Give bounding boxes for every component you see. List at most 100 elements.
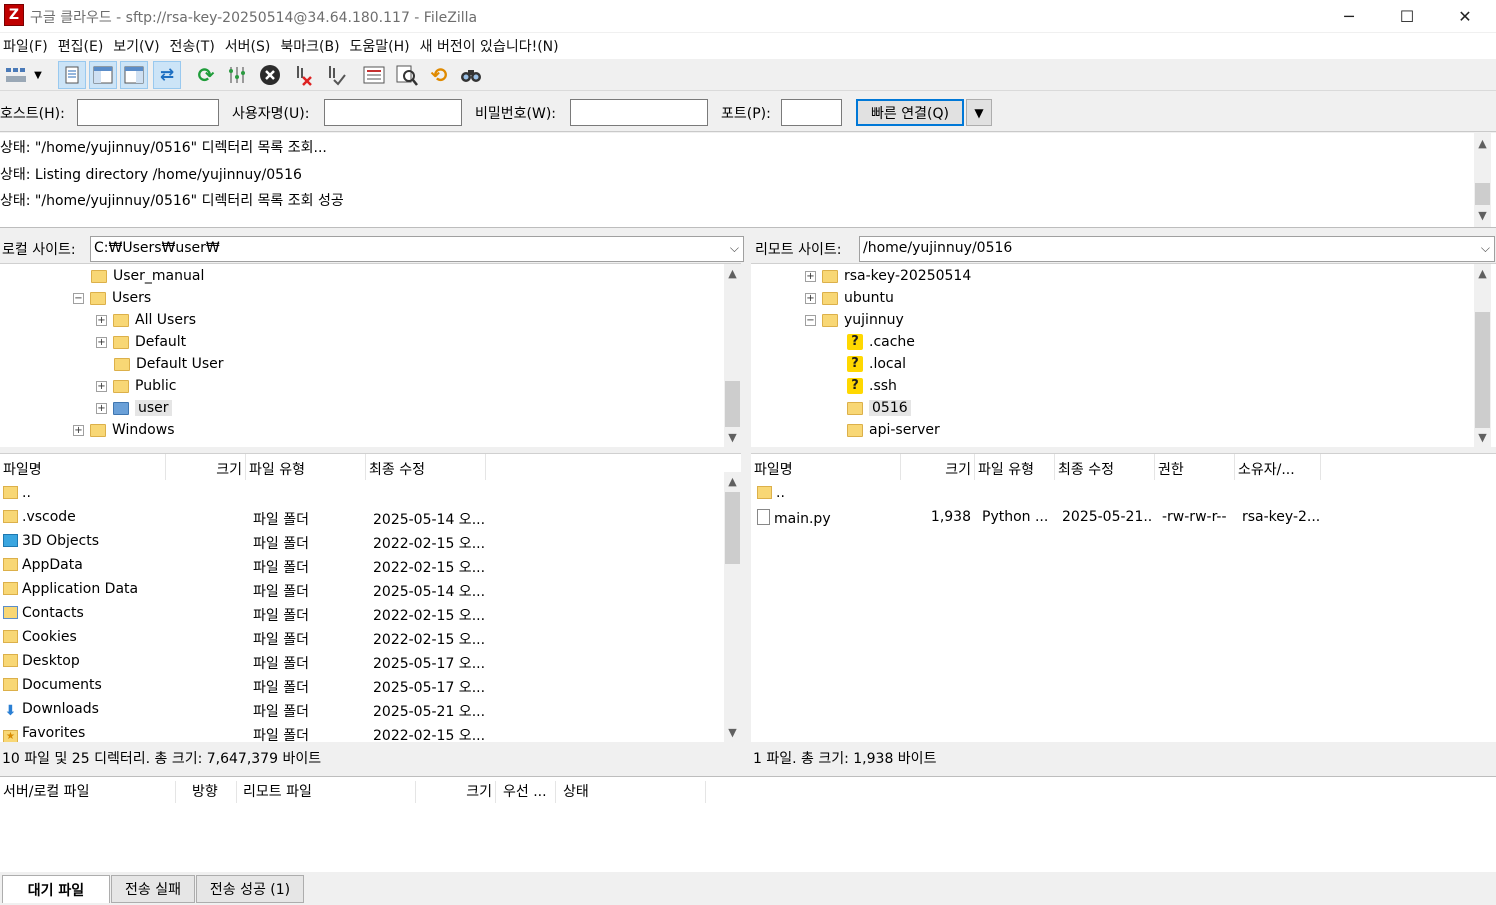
sync-browse-icon[interactable]: ⟲ [425, 61, 453, 89]
tree-node-rsa-key[interactable]: + rsa-key-20250514 [805, 265, 971, 287]
collapse-icon[interactable]: − [73, 292, 84, 304]
scroll-down-icon[interactable]: ▼ [1474, 429, 1491, 446]
tree-node-public[interactable]: + Public [96, 375, 176, 397]
menu-file[interactable]: 파일(F) [0, 36, 55, 56]
tree-node-ssh[interactable]: ? .ssh [847, 375, 897, 397]
maximize-button[interactable]: ☐ [1378, 0, 1436, 32]
scroll-up-icon[interactable]: ▲ [1474, 265, 1491, 282]
expand-icon[interactable]: + [805, 270, 816, 282]
scroll-up-icon[interactable]: ▲ [724, 265, 741, 282]
table-row[interactable]: Contacts 파일 폴더 2022-02-15 오... [0, 602, 741, 626]
table-row[interactable]: main.py 1,938 Python ... 2025-05-21... -… [751, 506, 1496, 530]
tree-node-default-user[interactable]: Default User [114, 353, 224, 375]
scroll-thumb[interactable] [725, 381, 740, 427]
tree-node-ubuntu[interactable]: + ubuntu [805, 287, 894, 309]
tree-node-yujinnuy[interactable]: − yujinnuy [805, 309, 904, 331]
filter-icon[interactable] [360, 61, 388, 89]
close-button[interactable]: ✕ [1436, 0, 1494, 32]
col-size[interactable]: 크기 [166, 454, 246, 480]
scroll-down-icon[interactable]: ▼ [724, 724, 741, 741]
table-row[interactable]: Desktop 파일 폴더 2025-05-17 오... [0, 650, 741, 674]
site-manager-icon[interactable] [2, 61, 30, 89]
expand-icon[interactable]: + [96, 402, 107, 414]
remote-path-combo[interactable]: /home/yujinnuy/0516 ⌵ [859, 236, 1495, 262]
table-row[interactable]: .vscode 파일 폴더 2025-05-14 오... [0, 506, 741, 530]
local-tree-scrollbar[interactable]: ▲ ▼ [724, 264, 741, 447]
disconnect-icon[interactable] [289, 61, 317, 89]
scroll-thumb[interactable] [725, 492, 740, 564]
message-log-icon[interactable] [58, 61, 86, 89]
compare-icon[interactable] [393, 61, 421, 89]
search-icon[interactable] [457, 61, 485, 89]
tree-node-user-manual[interactable]: User_manual [91, 265, 204, 287]
queue-col-direction[interactable]: 방향 [189, 781, 237, 803]
scroll-thumb[interactable] [1475, 312, 1490, 428]
dropdown-arrow-icon[interactable]: ▼ [30, 61, 46, 89]
menu-transfer[interactable]: 전송(T) [167, 36, 222, 56]
table-row[interactable]: Cookies 파일 폴더 2022-02-15 오... [0, 626, 741, 650]
expand-icon[interactable]: + [73, 424, 84, 436]
table-row[interactable]: 3D Objects 파일 폴더 2022-02-15 오... [0, 530, 741, 554]
table-row[interactable]: Application Data 파일 폴더 2025-05-14 오... [0, 578, 741, 602]
col-filetype[interactable]: 파일 유형 [975, 454, 1055, 480]
menu-server[interactable]: 서버(S) [222, 36, 278, 56]
expand-icon[interactable]: + [96, 336, 107, 348]
scroll-up-icon[interactable]: ▲ [724, 473, 741, 490]
col-filename[interactable]: 파일명 [0, 454, 166, 480]
expand-icon[interactable]: + [96, 380, 107, 392]
queue-col-local[interactable]: 서버/로컬 파일 [0, 781, 176, 803]
log-scrollbar[interactable]: ▲ ▼ [1474, 133, 1491, 227]
panel-splitter[interactable] [744, 234, 750, 770]
collapse-icon[interactable]: − [805, 314, 816, 326]
tab-successful[interactable]: 전송 성공 (1) [196, 875, 304, 903]
scroll-down-icon[interactable]: ▼ [1474, 207, 1491, 224]
port-input[interactable] [781, 99, 842, 126]
scroll-thumb[interactable] [1475, 183, 1490, 205]
table-row[interactable]: .. [0, 482, 741, 506]
tree-node-windows[interactable]: + Windows [73, 419, 175, 441]
col-modified[interactable]: 최종 수정 [1055, 454, 1155, 480]
expand-icon[interactable]: + [805, 292, 816, 304]
local-path-combo[interactable]: C:₩Users₩user₩ ⌵ [90, 236, 744, 262]
tree-node-user[interactable]: + user [96, 397, 172, 419]
tab-queued[interactable]: 대기 파일 [2, 875, 110, 903]
password-input[interactable] [570, 99, 708, 126]
username-input[interactable] [324, 99, 462, 126]
col-filetype[interactable]: 파일 유형 [246, 454, 366, 480]
menu-new-version[interactable]: 새 버전이 있습니다!(N) [417, 36, 566, 56]
queue-col-status[interactable]: 상태 [560, 781, 706, 803]
table-row[interactable]: .. [751, 482, 1496, 506]
menu-edit[interactable]: 편집(E) [55, 36, 111, 56]
quickconnect-dropdown-icon[interactable]: ▼ [966, 99, 992, 126]
tab-failed[interactable]: 전송 실패 [111, 875, 195, 903]
reconnect-icon[interactable] [321, 61, 349, 89]
local-list-scrollbar[interactable]: ▲ ▼ [724, 472, 741, 742]
col-modified[interactable]: 최종 수정 [366, 454, 486, 480]
table-row[interactable]: Documents 파일 폴더 2025-05-17 오... [0, 674, 741, 698]
tree-node-api-server[interactable]: api-server [847, 419, 940, 441]
remote-tree-scrollbar[interactable]: ▲ ▼ [1474, 264, 1491, 447]
table-row[interactable]: AppData 파일 폴더 2022-02-15 오... [0, 554, 741, 578]
chevron-down-icon[interactable]: ⌵ [730, 241, 739, 256]
queue-col-remote[interactable]: 리모트 파일 [240, 781, 416, 803]
menu-view[interactable]: 보기(V) [110, 36, 166, 56]
cancel-icon[interactable] [256, 61, 284, 89]
queue-col-priority[interactable]: 우선 ... [500, 781, 556, 803]
menu-bookmarks[interactable]: 북마크(B) [277, 36, 346, 56]
tree-node-all-users[interactable]: + All Users [96, 309, 196, 331]
process-queue-icon[interactable] [224, 61, 252, 89]
chevron-down-icon[interactable]: ⌵ [1481, 241, 1490, 256]
remote-tree-icon[interactable] [120, 61, 148, 89]
table-row[interactable]: ★ Favorites 파일 폴더 2022-02-15 오... [0, 722, 741, 742]
expand-icon[interactable]: + [96, 314, 107, 326]
tree-node-default[interactable]: + Default [96, 331, 186, 353]
local-tree-icon[interactable] [89, 61, 117, 89]
col-size[interactable]: 크기 [901, 454, 975, 480]
host-input[interactable] [77, 99, 219, 126]
minimize-button[interactable]: ─ [1320, 0, 1378, 32]
col-permissions[interactable]: 권한 [1155, 454, 1235, 480]
col-owner[interactable]: 소유자/... [1235, 454, 1321, 480]
transfer-queue-icon[interactable]: ⇄ [153, 61, 181, 89]
tree-node-cache[interactable]: ? .cache [847, 331, 915, 353]
tree-node-local[interactable]: ? .local [847, 353, 906, 375]
